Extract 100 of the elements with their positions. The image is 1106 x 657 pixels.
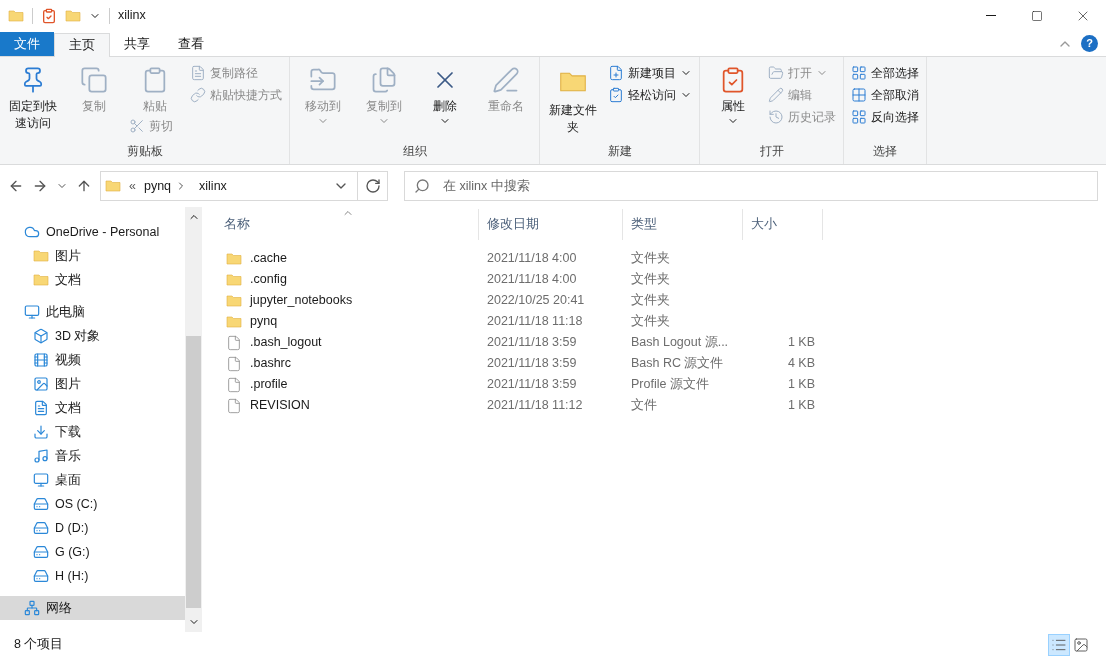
file-icon	[226, 334, 242, 351]
status-text: 8 个项目	[14, 636, 64, 654]
sidebar-item[interactable]: H (H:)	[0, 564, 185, 588]
cube-icon	[33, 328, 49, 344]
table-cell-text: 2021/11/18 3:59	[486, 376, 578, 394]
table-cell: 1 KB	[787, 398, 815, 413]
breadcrumb[interactable]: pynq	[143, 176, 172, 196]
ribbon-button[interactable]: 轻松访问	[604, 84, 696, 106]
sidebar-item[interactable]: 视频	[0, 348, 185, 372]
sidebar-item[interactable]: 音乐	[0, 444, 185, 468]
sidebar-item[interactable]: OS (C:)	[0, 492, 185, 516]
table-cell-text: Profile 源文件	[630, 376, 710, 394]
ribbon-button[interactable]: 反向选择	[847, 106, 923, 128]
ribbon-button[interactable]: 新建文件夹	[543, 62, 603, 136]
download-icon	[33, 424, 49, 440]
sidebar-item[interactable]: 图片	[0, 372, 185, 396]
sidebar-item[interactable]: OneDrive - Personal	[0, 220, 185, 244]
file-name[interactable]: .cache	[250, 249, 287, 268]
address-bar[interactable]: « pynq xilinx	[100, 171, 358, 201]
search-field[interactable]: 在 xilinx 中搜索	[404, 171, 1098, 201]
folder-open-icon	[768, 65, 784, 81]
file-plus-icon	[608, 65, 624, 81]
window-title: xilinx	[118, 7, 146, 25]
table-cell-text: 文件夹	[630, 313, 671, 331]
drive-icon	[33, 520, 49, 536]
ribbon-tab[interactable]: 主页	[54, 33, 110, 57]
file-name[interactable]: pynq	[250, 312, 278, 331]
file-name[interactable]: REVISION	[250, 396, 310, 415]
ribbon-tab[interactable]: 共享	[110, 32, 164, 56]
table-cell-text: 2021/11/18 11:12	[486, 397, 584, 415]
file-name[interactable]: .config	[250, 270, 287, 289]
file-name[interactable]: .bash_logout	[250, 333, 322, 352]
files-icon	[370, 66, 398, 94]
ribbon-button[interactable]: 全部取消	[847, 84, 923, 106]
details-view-button[interactable]	[1048, 633, 1070, 656]
table-cell-text: 文件夹	[630, 271, 671, 289]
scissors-icon	[129, 118, 145, 134]
file-icon	[226, 397, 242, 414]
column-header[interactable]: 名称	[216, 209, 479, 240]
file-icon	[226, 355, 242, 372]
forward-icon[interactable]	[32, 178, 48, 194]
pencil-icon	[768, 87, 784, 103]
table-cell-text: 2021/11/18 3:59	[486, 355, 578, 373]
sidebar-item[interactable]: 桌面	[0, 468, 185, 492]
file-name[interactable]: jupyter_notebooks	[250, 291, 353, 310]
up-icon[interactable]	[76, 178, 92, 194]
sidebar-item[interactable]: G (G:)	[0, 540, 185, 564]
film-icon	[33, 352, 49, 368]
help-button[interactable]: ?	[1081, 35, 1098, 52]
file-icon	[226, 376, 242, 393]
link-icon	[190, 87, 206, 103]
monitor-icon	[33, 472, 49, 488]
properties-icon[interactable]	[41, 7, 57, 24]
ribbon-button[interactable]: 删除	[415, 62, 475, 127]
ribbon-button[interactable]: 属性	[703, 62, 763, 127]
document-icon	[190, 65, 206, 81]
column-header[interactable]: 修改日期	[479, 209, 623, 240]
folder-icon	[226, 292, 242, 309]
folder-icon	[226, 250, 242, 267]
ribbon-button[interactable]: 新建项目	[604, 62, 696, 84]
back-icon[interactable]	[8, 178, 24, 194]
ribbon-button[interactable]: 固定到快速访问	[3, 62, 63, 132]
table-cell-text: 2021/11/18 3:59	[486, 334, 578, 352]
scrollbar[interactable]	[185, 207, 202, 632]
refresh-icon	[364, 178, 381, 194]
folder-icon	[65, 7, 81, 24]
folder-icon	[8, 7, 24, 24]
ribbon-tab[interactable]: 文件	[0, 32, 54, 56]
sidebar-item[interactable]: 文档	[0, 396, 185, 420]
computer-icon	[24, 304, 40, 320]
sidebar-item[interactable]: 网络	[0, 596, 185, 620]
minimize-icon	[986, 15, 996, 16]
folder-icon	[226, 313, 242, 330]
grid-icon	[851, 87, 867, 103]
table-cell: 4 KB	[787, 356, 815, 371]
sidebar-item[interactable]: 3D 对象	[0, 324, 185, 348]
ribbon-button[interactable]: 全部选择	[847, 62, 923, 84]
table-cell-text: Bash RC 源文件	[630, 355, 725, 373]
sidebar-item[interactable]: D (D:)	[0, 516, 185, 540]
refresh-button[interactable]	[358, 171, 388, 201]
folder-icon	[226, 271, 242, 288]
folder-icon	[33, 248, 49, 264]
file-name[interactable]: .bashrc	[250, 354, 291, 373]
column-header[interactable]: 大小	[743, 209, 823, 240]
sidebar-item[interactable]: 文档	[0, 268, 185, 292]
breadcrumb[interactable]: xilinx	[199, 176, 227, 196]
sidebar-item[interactable]: 图片	[0, 244, 185, 268]
drive-icon	[33, 544, 49, 560]
group-label: 选择	[872, 143, 898, 160]
table-cell-text: 2021/11/18 11:18	[486, 313, 584, 331]
path-overflow[interactable]: «	[129, 176, 136, 196]
table-cell-text: 2021/11/18 4:00	[486, 250, 578, 268]
sidebar-item[interactable]: 下载	[0, 420, 185, 444]
sidebar-item[interactable]: 此电脑	[0, 300, 185, 324]
group-label: 新建	[606, 143, 633, 160]
rename-icon	[492, 66, 520, 94]
column-header[interactable]: 类型	[623, 209, 743, 240]
ribbon-tab[interactable]: 查看	[164, 32, 218, 56]
search-icon	[414, 178, 430, 194]
file-name[interactable]: .profile	[250, 375, 288, 394]
